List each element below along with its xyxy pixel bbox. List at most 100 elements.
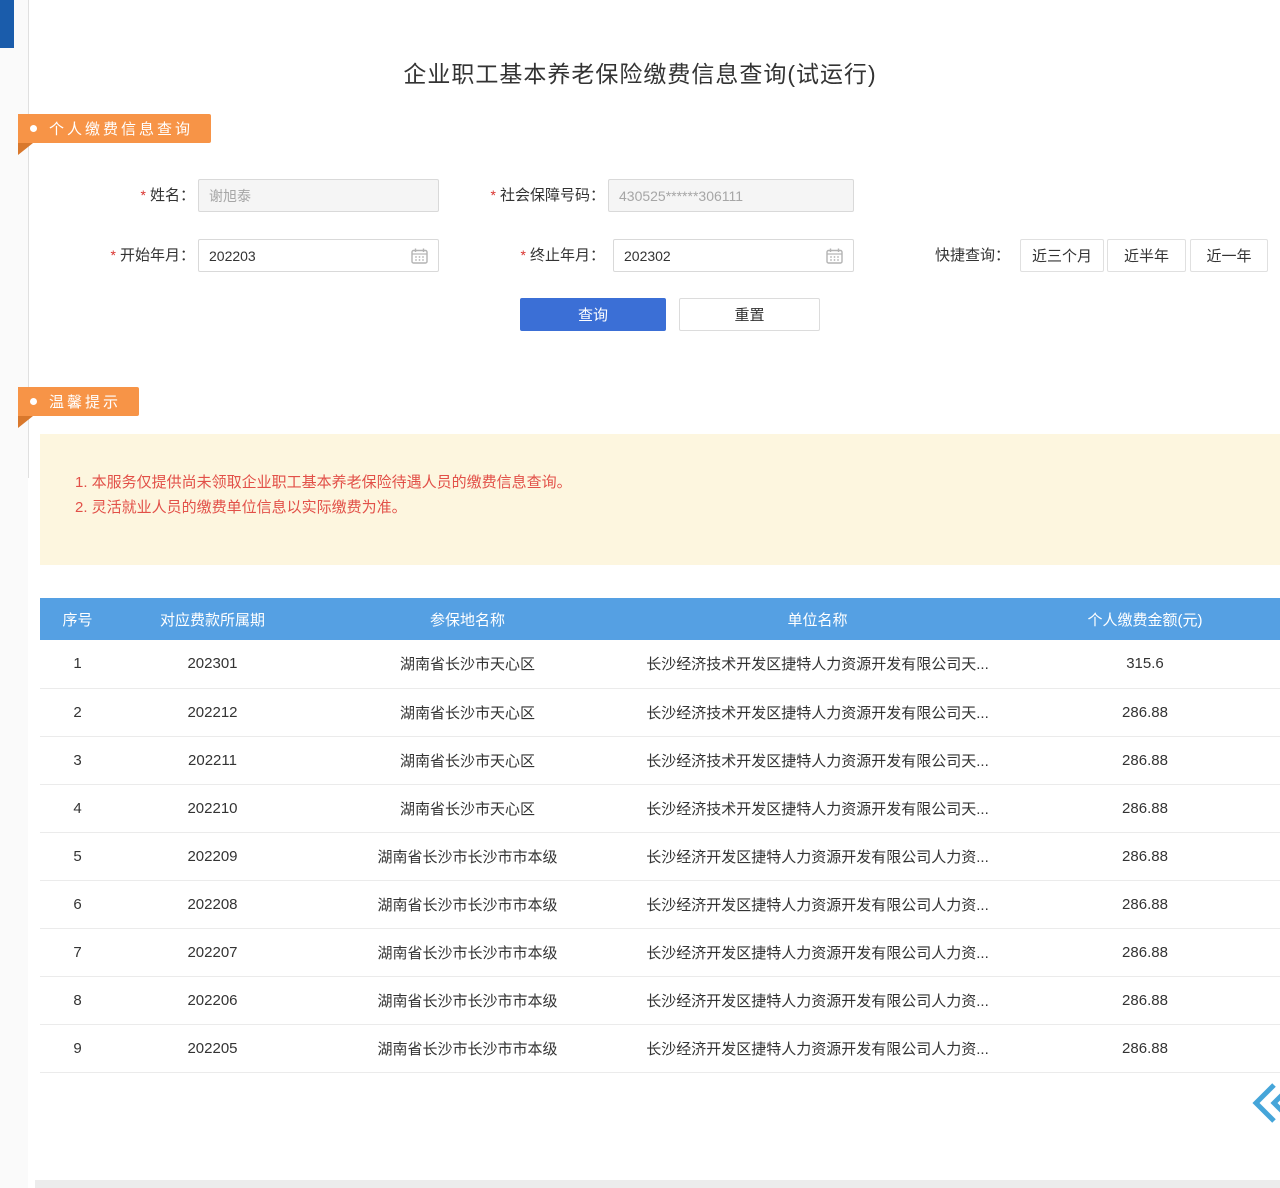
table-cell: 长沙经济技术开发区捷特人力资源开发有限公司天...	[625, 784, 1010, 832]
table-cell: 286.88	[1010, 736, 1280, 784]
table-cell: 8	[40, 976, 115, 1024]
header-employer: 单位名称	[625, 598, 1010, 640]
table-cell: 湖南省长沙市长沙市市本级	[310, 1024, 625, 1072]
ssn-field[interactable]: 430525******306111	[608, 179, 854, 212]
table-cell: 长沙经济技术开发区捷特人力资源开发有限公司天...	[625, 688, 1010, 736]
ssn-label: *社会保障号码：	[455, 178, 605, 212]
quick-button-3months[interactable]: 近三个月	[1020, 239, 1104, 272]
table-cell: 202207	[115, 928, 310, 976]
table-cell: 286.88	[1010, 688, 1280, 736]
table-cell: 2	[40, 688, 115, 736]
quick-button-1year[interactable]: 近一年	[1190, 239, 1268, 272]
table-cell: 315.6	[1010, 640, 1280, 688]
table-cell: 6	[40, 880, 115, 928]
table-cell: 湖南省长沙市长沙市市本级	[310, 976, 625, 1024]
table-row: 4202210湖南省长沙市天心区长沙经济技术开发区捷特人力资源开发有限公司天..…	[40, 784, 1280, 832]
table-cell: 202210	[115, 784, 310, 832]
table-cell: 长沙经济开发区捷特人力资源开发有限公司人力资...	[625, 928, 1010, 976]
table-cell: 湖南省长沙市天心区	[310, 736, 625, 784]
query-button[interactable]: 查询	[520, 298, 666, 331]
table-cell: 湖南省长沙市长沙市市本级	[310, 928, 625, 976]
page: 企业职工基本养老保险缴费信息查询(试运行) 个人缴费信息查询 *姓名： 谢旭泰 …	[0, 0, 1280, 1188]
reset-button[interactable]: 重置	[679, 298, 820, 331]
table-row: 9202205湖南省长沙市长沙市市本级长沙经济开发区捷特人力资源开发有限公司人力…	[40, 1024, 1280, 1072]
end-month-label: *终止年月：	[498, 238, 605, 272]
page-title: 企业职工基本养老保险缴费信息查询(试运行)	[0, 55, 1280, 89]
table-cell: 3	[40, 736, 115, 784]
double-left-chevron-icon[interactable]	[1252, 1082, 1280, 1124]
ssn-value: 430525******306111	[619, 188, 843, 204]
table-cell: 长沙经济技术开发区捷特人力资源开发有限公司天...	[625, 736, 1010, 784]
table-cell: 9	[40, 1024, 115, 1072]
header-amount: 个人缴费金额(元)	[1010, 598, 1280, 640]
table-cell: 202211	[115, 736, 310, 784]
calendar-icon[interactable]	[411, 248, 428, 264]
table-cell: 湖南省长沙市长沙市市本级	[310, 832, 625, 880]
end-month-field[interactable]: 202302	[613, 239, 854, 272]
table-row: 1202301湖南省长沙市天心区长沙经济技术开发区捷特人力资源开发有限公司天..…	[40, 640, 1280, 688]
tips-panel: 1. 本服务仅提供尚未领取企业职工基本养老保险待遇人员的缴费信息查询。 2. 灵…	[40, 434, 1280, 565]
results-table: 序号 对应费款所属期 参保地名称 单位名称 个人缴费金额(元) 1202301湖…	[40, 598, 1280, 1073]
required-asterisk: *	[111, 247, 116, 263]
header-period: 对应费款所属期	[115, 598, 310, 640]
table-cell: 202208	[115, 880, 310, 928]
name-value: 谢旭泰	[209, 186, 428, 206]
table-row: 3202211湖南省长沙市天心区长沙经济技术开发区捷特人力资源开发有限公司天..…	[40, 736, 1280, 784]
table-cell: 湖南省长沙市天心区	[310, 640, 625, 688]
name-label: *姓名：	[88, 178, 195, 212]
header-seq: 序号	[40, 598, 115, 640]
required-asterisk: *	[491, 187, 496, 203]
tips-line-1: 1. 本服务仅提供尚未领取企业职工基本养老保险待遇人员的缴费信息查询。	[75, 470, 1280, 495]
table-cell: 长沙经济技术开发区捷特人力资源开发有限公司天...	[625, 640, 1010, 688]
table-cell: 湖南省长沙市天心区	[310, 688, 625, 736]
start-month-field[interactable]: 202203	[198, 239, 439, 272]
table-cell: 202205	[115, 1024, 310, 1072]
table-row: 6202208湖南省长沙市长沙市市本级长沙经济开发区捷特人力资源开发有限公司人力…	[40, 880, 1280, 928]
quick-query-label: 快捷查询：	[935, 239, 1010, 272]
table-cell: 286.88	[1010, 1024, 1280, 1072]
section-badge-label: 温馨提示	[49, 391, 121, 412]
table-cell: 286.88	[1010, 832, 1280, 880]
section-badge-label: 个人缴费信息查询	[49, 118, 193, 139]
bullet-dot-icon	[30, 398, 37, 405]
table-cell: 286.88	[1010, 928, 1280, 976]
table-body: 1202301湖南省长沙市天心区长沙经济技术开发区捷特人力资源开发有限公司天..…	[40, 640, 1280, 1072]
corner-accent-block	[0, 0, 14, 48]
table-cell: 4	[40, 784, 115, 832]
left-margin-strip	[0, 0, 28, 1188]
table-cell: 202209	[115, 832, 310, 880]
table-cell: 7	[40, 928, 115, 976]
section-badge-tips: 温馨提示	[18, 387, 139, 416]
table-cell: 长沙经济开发区捷特人力资源开发有限公司人力资...	[625, 1024, 1010, 1072]
section-badge-personal-query: 个人缴费信息查询	[18, 114, 211, 143]
table-cell: 长沙经济开发区捷特人力资源开发有限公司人力资...	[625, 880, 1010, 928]
table-cell: 202206	[115, 976, 310, 1024]
quick-button-6months[interactable]: 近半年	[1107, 239, 1186, 272]
table-header-row: 序号 对应费款所属期 参保地名称 单位名称 个人缴费金额(元)	[40, 598, 1280, 640]
required-asterisk: *	[141, 187, 146, 203]
table-cell: 286.88	[1010, 880, 1280, 928]
table-row: 7202207湖南省长沙市长沙市市本级长沙经济开发区捷特人力资源开发有限公司人力…	[40, 928, 1280, 976]
name-field[interactable]: 谢旭泰	[198, 179, 439, 212]
calendar-icon[interactable]	[826, 248, 843, 264]
tips-line-2: 2. 灵活就业人员的缴费单位信息以实际缴费为准。	[75, 495, 1280, 520]
table-cell: 286.88	[1010, 976, 1280, 1024]
bullet-dot-icon	[30, 125, 37, 132]
table-cell: 286.88	[1010, 784, 1280, 832]
start-month-label: *开始年月：	[88, 238, 195, 272]
start-month-value: 202203	[209, 248, 411, 264]
table-row: 2202212湖南省长沙市天心区长沙经济技术开发区捷特人力资源开发有限公司天..…	[40, 688, 1280, 736]
table-cell: 202301	[115, 640, 310, 688]
table-cell: 1	[40, 640, 115, 688]
table-cell: 湖南省长沙市天心区	[310, 784, 625, 832]
table-row: 5202209湖南省长沙市长沙市市本级长沙经济开发区捷特人力资源开发有限公司人力…	[40, 832, 1280, 880]
required-asterisk: *	[521, 247, 526, 263]
table-cell: 5	[40, 832, 115, 880]
table-row: 8202206湖南省长沙市长沙市市本级长沙经济开发区捷特人力资源开发有限公司人力…	[40, 976, 1280, 1024]
table-cell: 202212	[115, 688, 310, 736]
table-cell: 长沙经济开发区捷特人力资源开发有限公司人力资...	[625, 976, 1010, 1024]
table-cell: 湖南省长沙市长沙市市本级	[310, 880, 625, 928]
end-month-value: 202302	[624, 248, 826, 264]
bottom-scrollbar-track[interactable]	[35, 1180, 1280, 1188]
header-location: 参保地名称	[310, 598, 625, 640]
